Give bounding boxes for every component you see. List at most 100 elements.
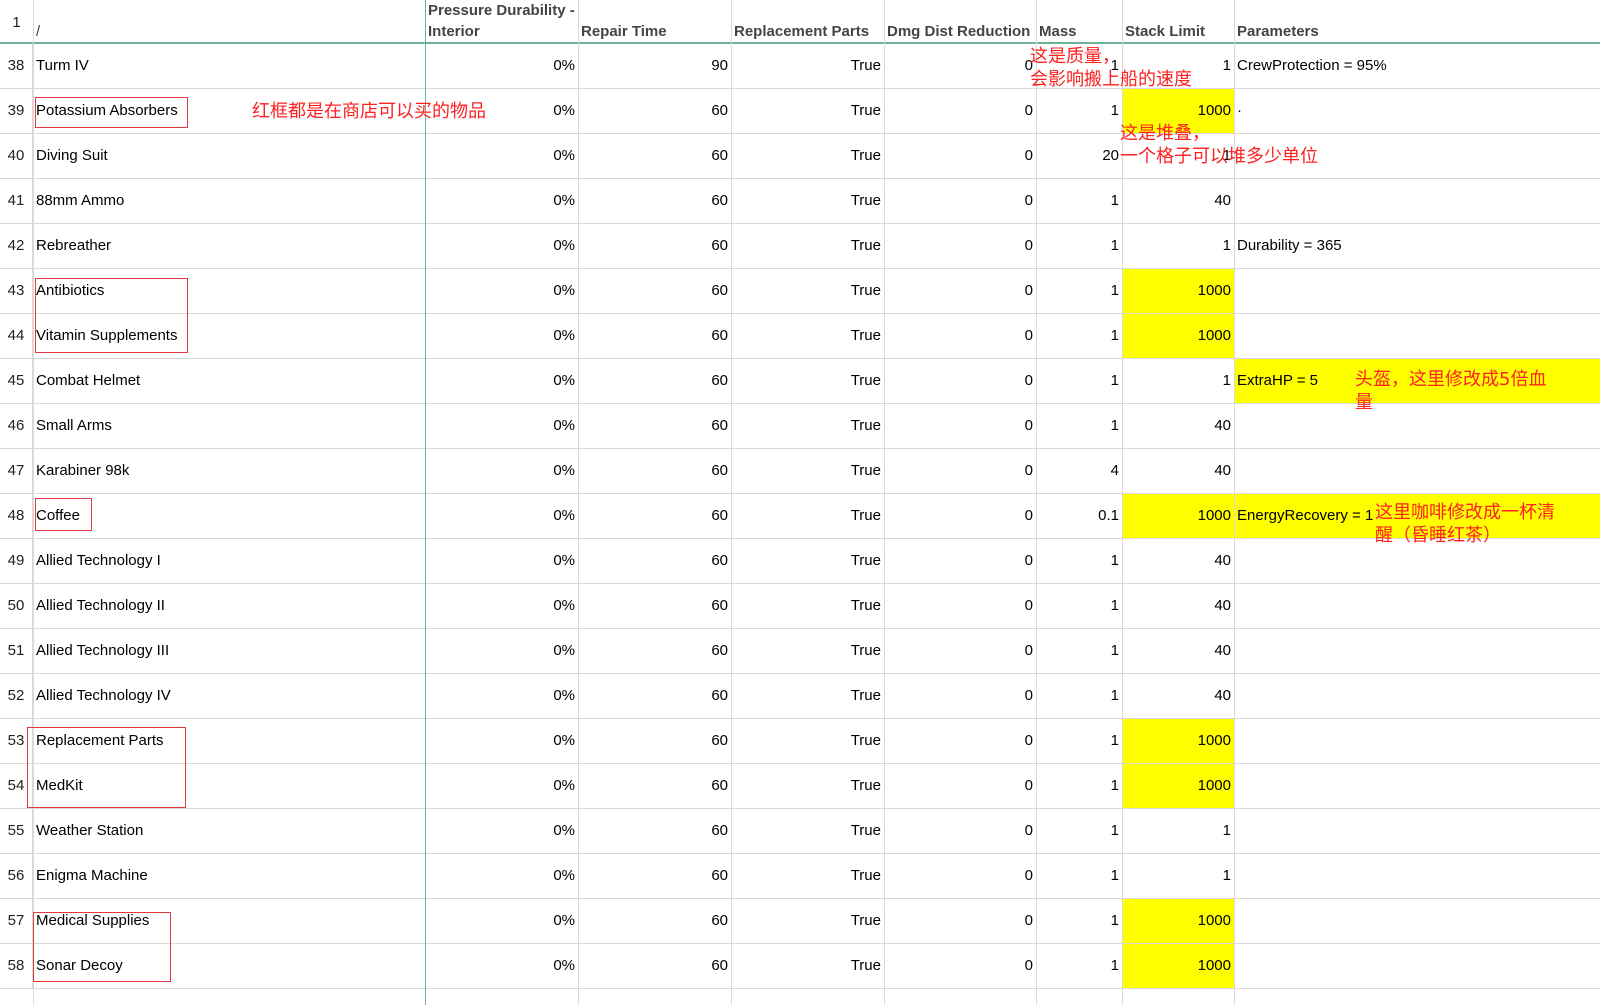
stack-limit-cell[interactable]: 40: [1122, 539, 1234, 583]
repair-time-cell[interactable]: 60: [578, 854, 731, 898]
repair-time-cell[interactable]: 60: [578, 134, 731, 178]
replacement-parts-cell[interactable]: True: [731, 899, 884, 943]
replacement-parts-cell[interactable]: True: [731, 449, 884, 493]
parameters-cell[interactable]: [1234, 764, 1600, 808]
row-number[interactable]: 40: [0, 134, 33, 178]
dmg-dist-reduction-cell[interactable]: 0: [884, 224, 1036, 268]
item-name-cell[interactable]: Karabiner 98k: [33, 449, 425, 493]
pressure-durability-cell[interactable]: 0%: [425, 224, 578, 268]
stack-limit-cell[interactable]: 1000: [1122, 719, 1234, 763]
parameters-cell[interactable]: [1234, 179, 1600, 223]
repair-time-cell[interactable]: 60: [578, 944, 731, 988]
pressure-durability-cell[interactable]: 0%: [425, 539, 578, 583]
pressure-durability-cell[interactable]: 0%: [425, 764, 578, 808]
pressure-durability-cell[interactable]: 0%: [425, 629, 578, 673]
row-number[interactable]: 56: [0, 854, 33, 898]
pressure-durability-cell[interactable]: 0%: [425, 269, 578, 313]
parameters-cell[interactable]: ·: [1234, 89, 1600, 133]
pressure-durability-cell[interactable]: 0%: [425, 494, 578, 538]
dmg-dist-reduction-cell[interactable]: 0: [884, 539, 1036, 583]
mass-cell[interactable]: 1: [1036, 584, 1122, 628]
mass-cell[interactable]: 1: [1036, 899, 1122, 943]
parameters-cell[interactable]: [1234, 449, 1600, 493]
stack-limit-cell[interactable]: 40: [1122, 674, 1234, 718]
parameters-cell[interactable]: [1234, 269, 1600, 313]
stack-limit-cell[interactable]: 1: [1122, 854, 1234, 898]
repair-time-cell[interactable]: 60: [578, 674, 731, 718]
pressure-durability-cell[interactable]: 0%: [425, 44, 578, 88]
repair-time-cell[interactable]: 60: [578, 584, 731, 628]
mass-cell[interactable]: 1: [1036, 809, 1122, 853]
repair-time-cell[interactable]: 60: [578, 449, 731, 493]
replacement-parts-cell[interactable]: True: [731, 224, 884, 268]
parameters-cell[interactable]: [1234, 314, 1600, 358]
replacement-parts-cell[interactable]: True: [731, 854, 884, 898]
row-number[interactable]: 47: [0, 449, 33, 493]
header-repair-time[interactable]: Repair Time: [578, 0, 731, 42]
dmg-dist-reduction-cell[interactable]: 0: [884, 674, 1036, 718]
replacement-parts-cell[interactable]: True: [731, 494, 884, 538]
item-name-cell[interactable]: Diving Suit: [33, 134, 425, 178]
repair-time-cell[interactable]: 60: [578, 269, 731, 313]
replacement-parts-cell[interactable]: True: [731, 539, 884, 583]
pressure-durability-cell[interactable]: 0%: [425, 584, 578, 628]
row-number[interactable]: 49: [0, 539, 33, 583]
dmg-dist-reduction-cell[interactable]: 0: [884, 584, 1036, 628]
parameters-cell[interactable]: CrewProtection = 95%: [1234, 44, 1600, 88]
header-mass[interactable]: Mass: [1036, 0, 1122, 42]
mass-cell[interactable]: 1: [1036, 89, 1122, 133]
parameters-cell[interactable]: [1234, 719, 1600, 763]
pressure-durability-cell[interactable]: 0%: [425, 314, 578, 358]
repair-time-cell[interactable]: 60: [578, 314, 731, 358]
mass-cell[interactable]: 1: [1036, 944, 1122, 988]
dmg-dist-reduction-cell[interactable]: 0: [884, 854, 1036, 898]
item-name-cell[interactable]: Enigma Machine: [33, 854, 425, 898]
parameters-cell[interactable]: Durability = 365: [1234, 224, 1600, 268]
stack-limit-cell[interactable]: 1000: [1122, 269, 1234, 313]
pressure-durability-cell[interactable]: 0%: [425, 404, 578, 448]
dmg-dist-reduction-cell[interactable]: 0: [884, 449, 1036, 493]
row-number[interactable]: 43: [0, 269, 33, 313]
replacement-parts-cell[interactable]: True: [731, 584, 884, 628]
mass-cell[interactable]: 4: [1036, 449, 1122, 493]
dmg-dist-reduction-cell[interactable]: 0: [884, 179, 1036, 223]
row-number[interactable]: 50: [0, 584, 33, 628]
repair-time-cell[interactable]: 60: [578, 719, 731, 763]
replacement-parts-cell[interactable]: True: [731, 44, 884, 88]
repair-time-cell[interactable]: 60: [578, 404, 731, 448]
mass-cell[interactable]: 1: [1036, 674, 1122, 718]
item-name-cell[interactable]: Combat Helmet: [33, 359, 425, 403]
mass-cell[interactable]: 1: [1036, 179, 1122, 223]
replacement-parts-cell[interactable]: True: [731, 134, 884, 178]
dmg-dist-reduction-cell[interactable]: 0: [884, 899, 1036, 943]
replacement-parts-cell[interactable]: True: [731, 674, 884, 718]
dmg-dist-reduction-cell[interactable]: 0: [884, 134, 1036, 178]
dmg-dist-reduction-cell[interactable]: 0: [884, 764, 1036, 808]
row-number[interactable]: 57: [0, 899, 33, 943]
header-name[interactable]: /: [33, 0, 425, 42]
item-name-cell[interactable]: Weather Station: [33, 809, 425, 853]
repair-time-cell[interactable]: 60: [578, 359, 731, 403]
stack-limit-cell[interactable]: 1000: [1122, 494, 1234, 538]
mass-cell[interactable]: 1: [1036, 539, 1122, 583]
pressure-durability-cell[interactable]: 0%: [425, 179, 578, 223]
replacement-parts-cell[interactable]: True: [731, 764, 884, 808]
pressure-durability-cell[interactable]: 0%: [425, 854, 578, 898]
mass-cell[interactable]: 1: [1036, 629, 1122, 673]
repair-time-cell[interactable]: 60: [578, 764, 731, 808]
item-name-cell[interactable]: Allied Technology III: [33, 629, 425, 673]
mass-cell[interactable]: 1: [1036, 269, 1122, 313]
pressure-durability-cell[interactable]: 0%: [425, 719, 578, 763]
row-number[interactable]: 45: [0, 359, 33, 403]
mass-cell[interactable]: 20: [1036, 134, 1122, 178]
pressure-durability-cell[interactable]: 0%: [425, 134, 578, 178]
replacement-parts-cell[interactable]: True: [731, 179, 884, 223]
mass-cell[interactable]: 1: [1036, 719, 1122, 763]
dmg-dist-reduction-cell[interactable]: 0: [884, 404, 1036, 448]
dmg-dist-reduction-cell[interactable]: 0: [884, 719, 1036, 763]
mass-cell[interactable]: 1: [1036, 224, 1122, 268]
row-number[interactable]: 51: [0, 629, 33, 673]
parameters-cell[interactable]: [1234, 809, 1600, 853]
parameters-cell[interactable]: [1234, 899, 1600, 943]
row-number[interactable]: 41: [0, 179, 33, 223]
